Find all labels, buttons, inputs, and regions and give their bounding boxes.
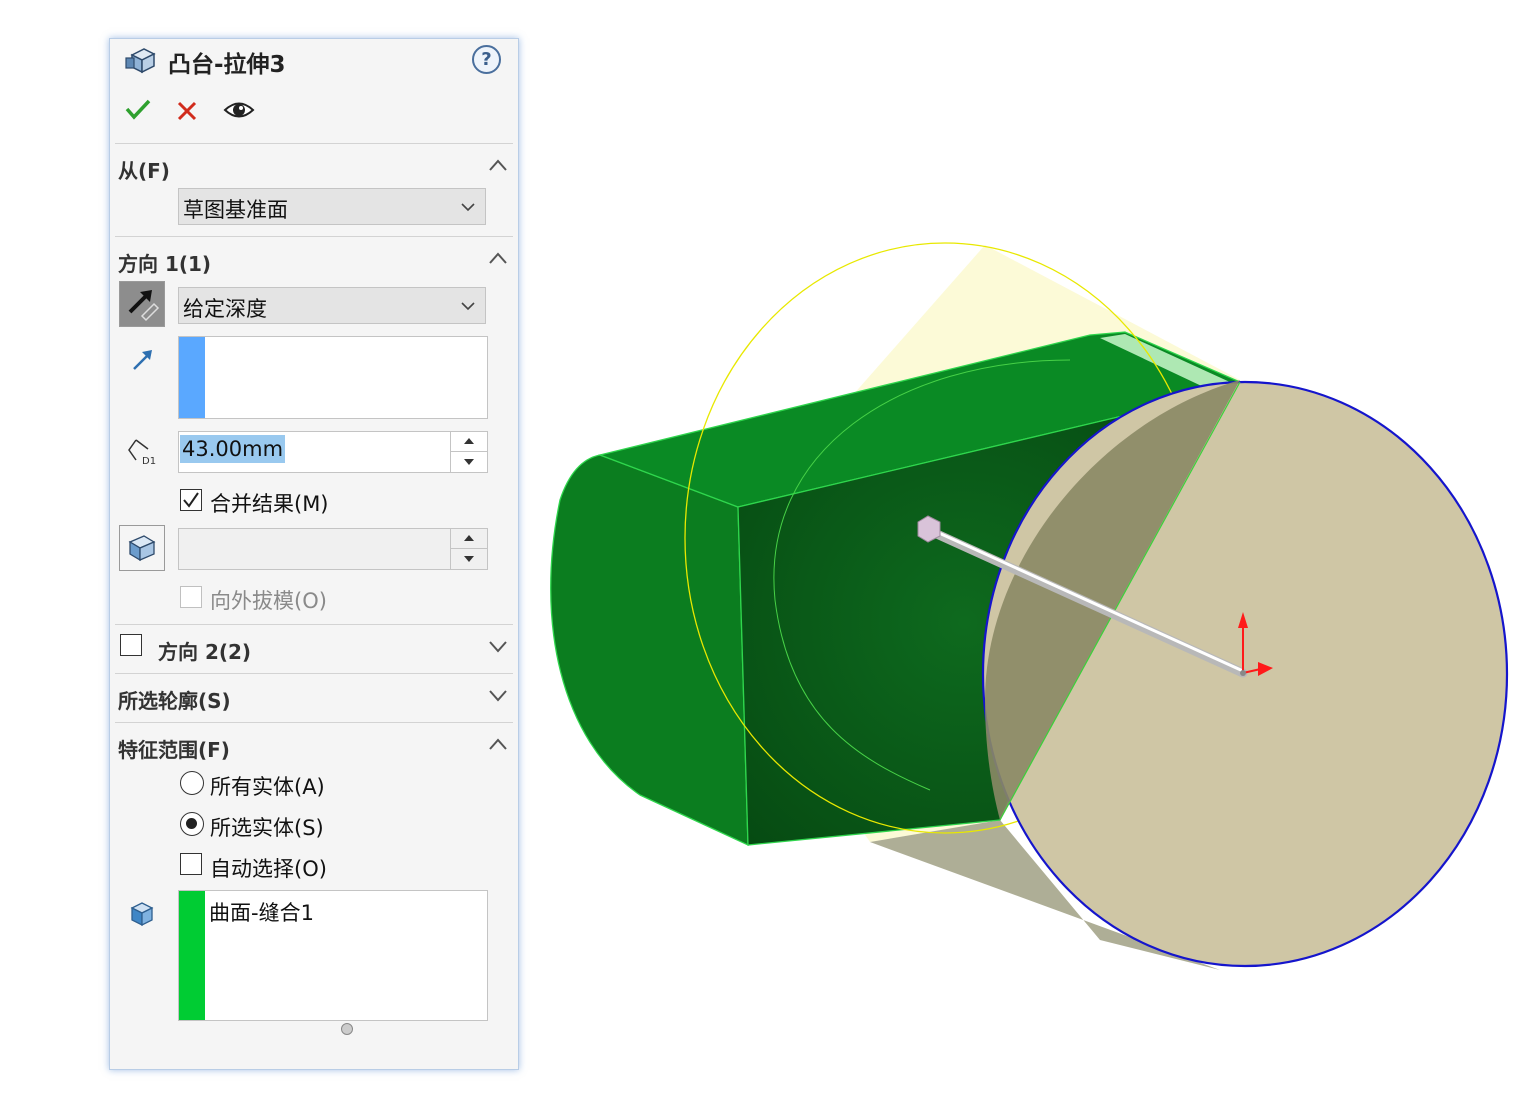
separator	[115, 236, 513, 237]
end-condition-dropdown[interactable]: 给定深度	[178, 287, 486, 324]
separator	[115, 143, 513, 144]
ok-check-icon[interactable]	[124, 97, 152, 121]
chevron-down-icon	[461, 302, 475, 311]
chevron-up-icon[interactable]	[488, 158, 508, 172]
depth-dimension-icon: D1	[128, 439, 156, 467]
preview-eye-icon[interactable]	[223, 99, 255, 121]
spin-down-arrow[interactable]	[451, 549, 487, 568]
draft-outward-label[interactable]: 向外拔模(O)	[210, 585, 327, 615]
body-list-item[interactable]: 曲面-缝合1	[209, 897, 314, 927]
rod-end-handle[interactable]	[917, 515, 941, 543]
depth-value: 43.00mm	[180, 435, 286, 463]
boss-extrude-icon	[125, 48, 156, 74]
separator	[115, 722, 513, 723]
reverse-direction-icon	[128, 290, 160, 322]
checkmark-icon	[183, 492, 199, 508]
selected-bodies-label[interactable]: 所选实体(S)	[210, 812, 324, 842]
from-dropdown-value: 草图基准面	[183, 198, 288, 222]
chevron-down-icon	[461, 203, 475, 212]
auto-select-label[interactable]: 自动选择(O)	[210, 853, 327, 883]
draft-outward-checkbox[interactable]	[180, 586, 202, 608]
depth-input[interactable]: 43.00mm	[178, 431, 488, 473]
chevron-down-icon[interactable]	[488, 688, 508, 702]
section-feature-scope-label[interactable]: 特征范围(F)	[118, 734, 230, 763]
selection-color-bar	[179, 337, 205, 418]
cancel-x-icon[interactable]	[176, 100, 198, 122]
direction-arrow-icon	[133, 350, 152, 370]
extrude-body-left-face	[550, 454, 749, 847]
spin-down-arrow[interactable]	[451, 452, 487, 471]
merge-result-checkbox[interactable]	[180, 489, 202, 511]
all-bodies-label[interactable]: 所有实体(A)	[210, 771, 325, 801]
direction2-checkbox[interactable]	[120, 634, 142, 656]
end-condition-value: 给定深度	[183, 297, 267, 321]
svg-text:D1: D1	[142, 456, 156, 467]
direction-selection-box[interactable]	[178, 336, 488, 419]
reverse-direction-button[interactable]	[119, 281, 165, 327]
graphics-viewport[interactable]	[520, 0, 1534, 1105]
spin-up-arrow[interactable]	[451, 529, 487, 549]
property-manager-panel: 凸台-拉伸3 ? 从(F) 草图基准面 方向 1(1) 给定深度 D1 43.0…	[109, 38, 519, 1070]
chevron-down-icon[interactable]	[488, 639, 508, 653]
selection-color-bar	[179, 891, 205, 1020]
auto-select-checkbox[interactable]	[180, 853, 202, 875]
draft-angle-input[interactable]	[178, 528, 488, 570]
merge-result-label[interactable]: 合并结果(M)	[210, 488, 329, 518]
draft-spinner[interactable]	[450, 529, 487, 569]
help-icon[interactable]: ?	[472, 45, 501, 74]
all-bodies-radio[interactable]	[180, 771, 204, 795]
from-dropdown[interactable]: 草图基准面	[178, 188, 486, 225]
depth-spinner[interactable]	[450, 432, 487, 472]
draft-button[interactable]	[119, 525, 165, 571]
bodies-selection-box[interactable]: 曲面-缝合1	[178, 890, 488, 1021]
separator	[115, 673, 513, 674]
section-selected-contours-label[interactable]: 所选轮廓(S)	[118, 685, 231, 714]
selected-bodies-radio[interactable]	[180, 812, 204, 836]
chevron-up-icon[interactable]	[488, 737, 508, 751]
spin-up-arrow[interactable]	[451, 432, 487, 452]
feature-title: 凸台-拉伸3	[168, 52, 286, 78]
section-direction2-label[interactable]: 方向 2(2)	[158, 636, 251, 665]
solid-body-icon	[130, 902, 154, 927]
chevron-up-icon[interactable]	[488, 251, 508, 265]
draft-icon	[128, 535, 156, 562]
separator	[115, 624, 513, 625]
section-from-label[interactable]: 从(F)	[118, 155, 170, 184]
panel-resize-handle[interactable]	[341, 1023, 353, 1035]
section-direction1-label[interactable]: 方向 1(1)	[118, 248, 211, 277]
origin-point	[1240, 670, 1246, 676]
